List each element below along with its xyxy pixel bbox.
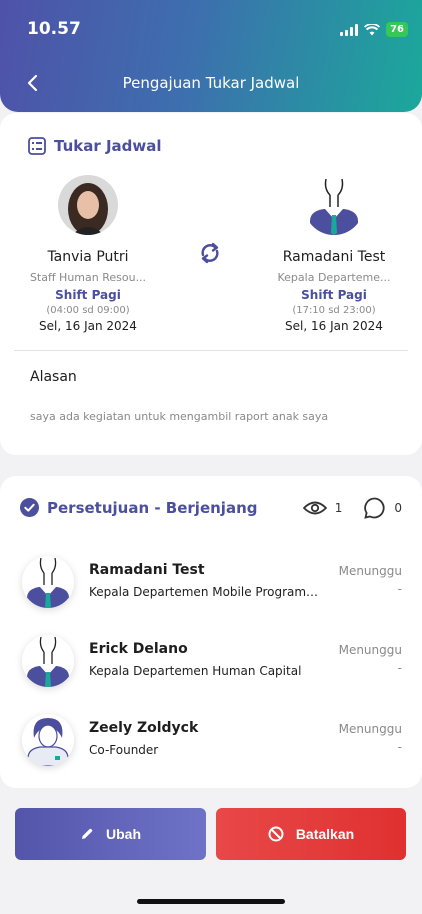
reason-text: saya ada kegiatan untuk mengambil raport…	[30, 410, 329, 423]
approver-role: Co-Founder	[89, 743, 159, 757]
battery-icon: 76	[386, 22, 408, 37]
approver-row[interactable]: Zeely Zoldyck Co-Founder Menunggu -	[0, 714, 422, 778]
pencil-icon	[82, 828, 93, 839]
list-icon	[28, 137, 46, 155]
edit-button-label: Ubah	[106, 826, 141, 842]
swap-icon	[201, 242, 219, 264]
requester-shift: Shift Pagi	[55, 288, 121, 302]
target-info: Ramadani Test Kepala Departeme... Shift …	[259, 175, 409, 333]
approver-row[interactable]: Ramadani Test Kepala Departemen Mobile P…	[0, 556, 422, 620]
views-count: 1	[334, 501, 343, 515]
divider	[14, 350, 408, 351]
approver-date: -	[397, 740, 402, 754]
wifi-icon	[364, 23, 381, 35]
target-shift-time: (17:10 sd 23:00)	[292, 305, 376, 316]
approval-section-title: Persetujuan - Berjenjang	[47, 498, 258, 517]
ban-icon	[268, 826, 284, 842]
approver-name: Ramadani Test	[89, 562, 205, 578]
approval-section-header: Persetujuan - Berjenjang	[20, 498, 257, 517]
approver-avatar	[22, 714, 74, 766]
requester-role: Staff Human Resou...	[29, 271, 147, 284]
approver-status: Menunggu	[338, 643, 402, 657]
cancel-button[interactable]: Batalkan	[216, 808, 406, 860]
eye-icon[interactable]	[302, 500, 327, 516]
target-shift: Shift Pagi	[301, 288, 367, 302]
signal-icon	[340, 23, 359, 36]
approver-avatar	[22, 635, 74, 687]
edit-button[interactable]: Ubah	[15, 808, 206, 860]
approver-name: Erick Delano	[89, 641, 188, 657]
approver-role: Kepala Departemen Mobile Programming	[89, 585, 327, 599]
comment-icon[interactable]	[364, 497, 386, 519]
approver-status: Menunggu	[338, 564, 402, 578]
swap-section-title: Tukar Jadwal	[54, 137, 162, 155]
page-title: Pengajuan Tukar Jadwal	[122, 74, 300, 92]
requester-date: Sel, 16 Jan 2024	[39, 319, 137, 333]
approver-date: -	[397, 582, 402, 596]
check-circle-icon	[20, 498, 39, 517]
approver-avatar	[22, 556, 74, 608]
target-avatar	[304, 175, 364, 235]
swap-section-header: Tukar Jadwal	[28, 137, 162, 155]
target-name: Ramadani Test	[282, 249, 386, 265]
cancel-button-label: Batalkan	[295, 826, 355, 842]
approval-counters: 1 0	[302, 497, 402, 519]
status-icons: 76	[340, 22, 408, 37]
target-date: Sel, 16 Jan 2024	[285, 319, 383, 333]
approver-status: Menunggu	[338, 722, 402, 736]
approver-role: Kepala Departemen Human Capital	[89, 664, 302, 678]
approver-date: -	[397, 661, 402, 675]
requester-name: Tanvia Putri	[47, 249, 129, 265]
reason-label: Alasan	[30, 369, 77, 385]
requester-info: Tanvia Putri Staff Human Resou... Shift …	[13, 175, 163, 333]
home-indicator	[137, 899, 285, 904]
target-role: Kepala Departeme...	[277, 271, 391, 284]
status-time: 10.57	[27, 19, 81, 39]
requester-shift-time: (04:00 sd 09:00)	[46, 305, 130, 316]
comments-count: 0	[394, 501, 402, 515]
approver-name: Zeely Zoldyck	[89, 720, 199, 736]
app-header: 10.57 76 Pengajuan Tukar Jadwal	[0, 0, 422, 112]
approver-row[interactable]: Erick Delano Kepala Departemen Human Cap…	[0, 635, 422, 699]
requester-avatar	[58, 175, 118, 235]
